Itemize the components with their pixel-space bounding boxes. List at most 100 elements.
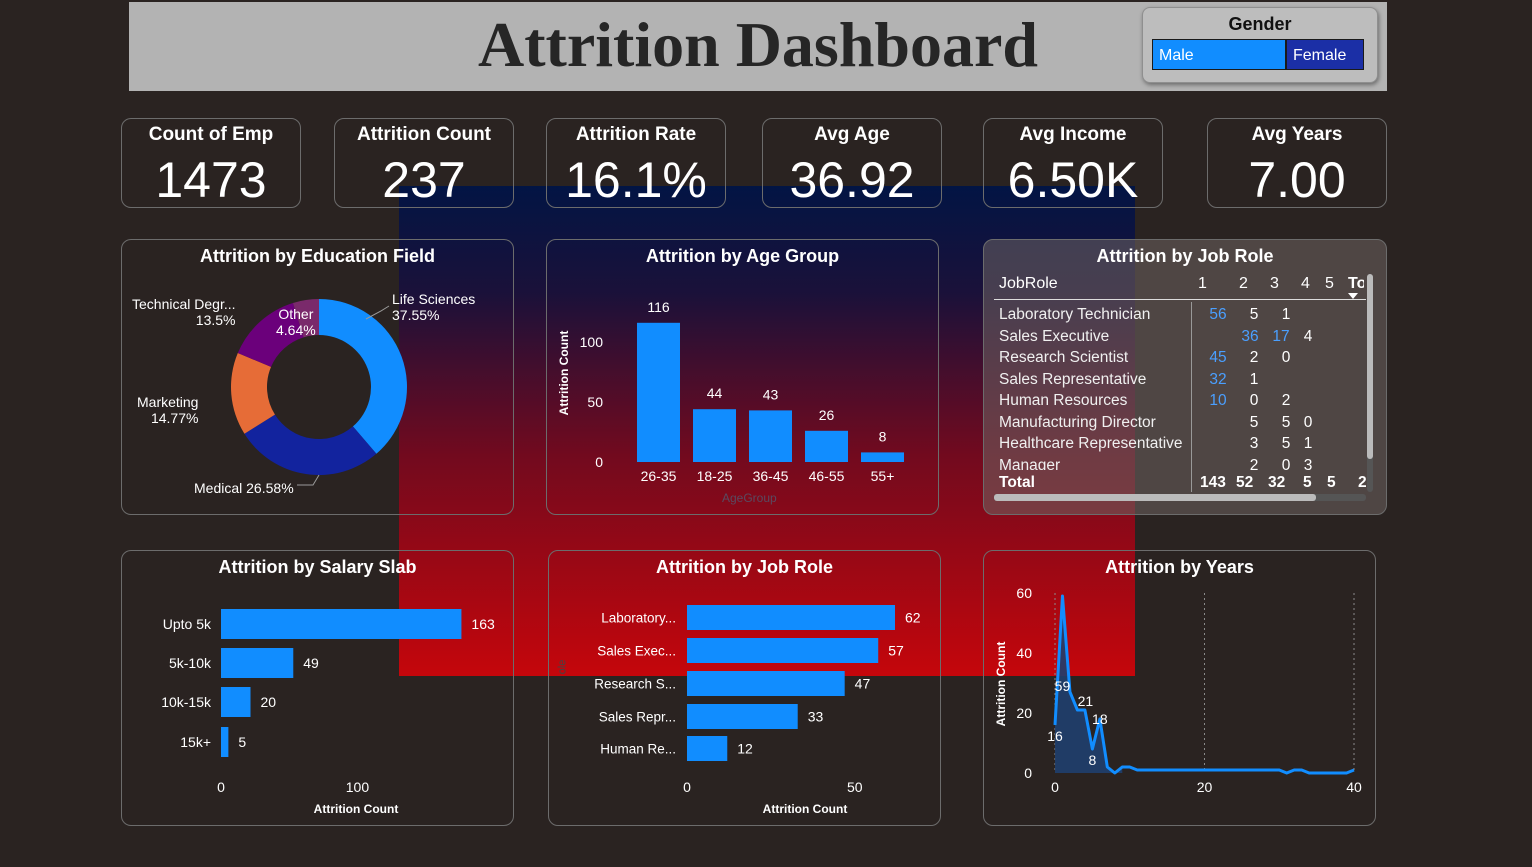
job-role-bar-panel: Attrition by Job Role 62 Laboratory... 57 S…: [548, 550, 941, 826]
slice-value: 37.55%: [392, 307, 440, 323]
years-y-axis-title: Attrition Count: [994, 641, 1008, 727]
table-cell: 36: [1241, 327, 1259, 345]
slice-value: 14.77%: [150, 410, 199, 426]
table-cell: 32: [1209, 370, 1227, 388]
age-group-panel: Attrition by Age Group 0 50 100 116 26-35 44 1…: [546, 239, 939, 515]
row-jobrole: Laboratory Technician: [999, 306, 1151, 323]
y-tick-label: 40: [1016, 645, 1032, 661]
data-label: 49: [303, 655, 319, 671]
table-cell: 1: [1249, 370, 1259, 388]
table-cell: 56: [1209, 306, 1227, 323]
kpi-label: Avg Age: [814, 124, 890, 145]
slice-name: Marketing: [137, 394, 199, 410]
category-label: 15k+: [180, 734, 211, 750]
age-bar[interactable]: [637, 322, 680, 462]
table-cell: 0: [1281, 456, 1291, 471]
x-axis-title: Attrition Count: [314, 802, 399, 816]
category-label: Research S...: [594, 677, 676, 692]
kpi-value: 1473: [155, 152, 267, 208]
matrix-header-4[interactable]: 4: [1301, 275, 1310, 293]
jobrole-bar[interactable]: [687, 704, 798, 729]
data-label: 5: [238, 734, 246, 750]
donut-label-other: Other 4.64%: [276, 306, 316, 338]
table-cell: 5: [1281, 435, 1291, 452]
table-row[interactable]: Human Resources: [999, 392, 1127, 410]
x-tick-label: 40: [1346, 779, 1362, 795]
salary-bar[interactable]: [221, 609, 462, 639]
education-field-panel: Attrition by Education Field Life Scienc…: [121, 239, 514, 515]
table-row[interactable]: Sales Representative: [999, 371, 1146, 389]
years-panel: Attrition by Years 0 20 40 0 20 40 60 16 59 21 8 18…: [983, 550, 1376, 826]
x-tick-label: 18-25: [697, 468, 733, 484]
donut-label-life-sciences: Life Sciences 37.55%: [392, 291, 475, 323]
jobrole-bar[interactable]: [687, 638, 879, 663]
data-label: 26: [819, 407, 835, 423]
salary-bar[interactable]: [221, 687, 251, 717]
donut-label-technical: Technical Degr... 13.5%: [132, 296, 236, 328]
table-cell: 1: [1303, 435, 1313, 452]
table-row[interactable]: Manager: [999, 457, 1060, 471]
matrix-header-3[interactable]: 3: [1270, 275, 1279, 293]
table-row[interactable]: Manufacturing Director: [999, 414, 1156, 432]
slice-percent: 14.77: [150, 410, 187, 426]
matrix-header-2[interactable]: 2: [1239, 275, 1248, 293]
kpi-card-attrition-count: Attrition Count 237: [334, 118, 514, 208]
salary-slab-panel: Attrition by Salary Slab 163 Upto 5k 49 5k-…: [121, 550, 514, 826]
kpi-card-attrition-rate: Attrition Rate 16.1%: [546, 118, 726, 208]
donut-label-marketing: Marketing 14.77%: [137, 394, 198, 426]
table-row[interactable]: Healthcare Representative: [999, 435, 1183, 453]
age-bar[interactable]: [861, 452, 904, 462]
x-tick-label: 100: [346, 779, 370, 795]
kpi-card-avg-income: Avg Income 6.50K: [983, 118, 1163, 208]
matrix-header-total[interactable]: To: [1348, 275, 1364, 293]
y-tick-label: 60: [1016, 585, 1032, 601]
table-cell: 45: [1209, 349, 1227, 366]
y-tick-label: 100: [580, 334, 604, 350]
salary-slab-bar-chart: 163 Upto 5k 49 5k-10k 20 10k-15k 5 15k+ 0 100 Attr…: [161, 609, 495, 816]
vertical-scrollbar-thumb[interactable]: [1367, 274, 1373, 459]
matrix-header-1[interactable]: 1: [1198, 275, 1207, 293]
age-bar[interactable]: [805, 430, 848, 462]
x-axis-title: Attrition Count: [763, 802, 848, 816]
matrix-header-jobrole[interactable]: JobRole: [999, 275, 1058, 293]
x-tick-label: 0: [683, 779, 691, 795]
table-row[interactable]: Research Scientist: [999, 349, 1128, 367]
row-jobrole: Sales Representative: [999, 370, 1147, 388]
vertical-scrollbar[interactable]: [1367, 274, 1373, 492]
matrix-body: Laboratory Technician 56 5 1 Sales Execu…: [984, 306, 1369, 470]
row-jobrole: Healthcare Representative: [999, 435, 1183, 452]
table-row[interactable]: Sales Executive: [999, 328, 1109, 346]
age-bar[interactable]: [693, 409, 736, 462]
table-cell: 0: [1281, 349, 1291, 366]
horizontal-scrollbar[interactable]: [994, 494, 1366, 501]
slice-value: 13.5%: [195, 312, 236, 328]
salary-bar[interactable]: [221, 648, 294, 678]
data-label: 163: [471, 616, 495, 632]
slicer-option-female[interactable]: Female: [1286, 39, 1364, 70]
table-cell: 2: [1249, 456, 1259, 471]
salary-bar[interactable]: [221, 727, 229, 757]
years-area-chart: 0 20 40 0 20 40 60 16 59 21 8 18: [1016, 585, 1362, 795]
slicer-option-male[interactable]: Male: [1152, 39, 1286, 70]
kpi-card-avg-age: Avg Age 36.92: [762, 118, 942, 208]
horizontal-scrollbar-thumb[interactable]: [994, 494, 1316, 501]
jobrole-bar[interactable]: [687, 605, 895, 630]
category-label: Laboratory...: [601, 611, 676, 626]
row-jobrole: Human Resources: [999, 392, 1128, 409]
slice-percent: 37.55: [392, 307, 428, 323]
jobrole-bar[interactable]: [687, 671, 845, 696]
category-label: 5k-10k: [169, 655, 212, 671]
age-bar[interactable]: [749, 410, 792, 462]
matrix-total-row: Total 143 52 32 5 5 2: [984, 474, 1369, 494]
table-cell: 5: [1281, 413, 1291, 431]
jobrole-bar[interactable]: [687, 736, 728, 761]
gender-slicer: Gender Male Female: [1142, 7, 1378, 83]
table-cell: 4: [1303, 327, 1313, 345]
kpi-value: 6.50K: [1007, 152, 1139, 208]
matrix-header-5[interactable]: 5: [1325, 275, 1334, 293]
total-label: Total: [999, 474, 1035, 491]
table-row[interactable]: Laboratory Technician: [999, 306, 1150, 324]
table-cell: 17: [1272, 327, 1290, 345]
total-cell: 52: [1236, 474, 1254, 491]
x-tick-label: 0: [217, 779, 225, 795]
